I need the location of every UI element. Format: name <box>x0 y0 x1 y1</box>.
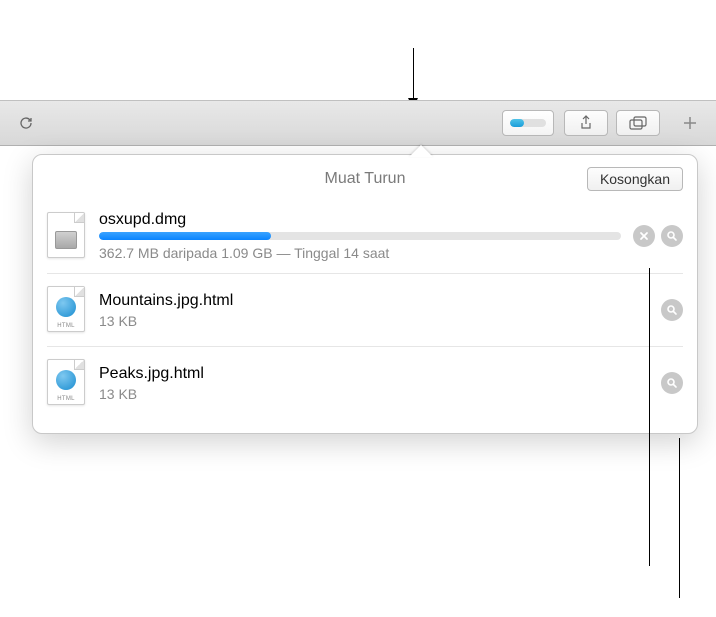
reveal-in-finder-button[interactable] <box>661 225 683 247</box>
reload-button[interactable] <box>11 111 41 135</box>
stop-download-button[interactable] <box>633 225 655 247</box>
reveal-in-finder-button[interactable] <box>661 299 683 321</box>
share-button[interactable] <box>564 110 608 136</box>
file-info: osxupd.dmg 362.7 MB daripada 1.09 GB — T… <box>99 211 621 261</box>
popover-header: Muat Turun Kosongkan <box>33 155 697 199</box>
callout-line <box>679 438 680 598</box>
progress-bar <box>99 232 621 240</box>
share-icon <box>579 115 593 131</box>
reload-icon <box>18 115 34 131</box>
file-info: Mountains.jpg.html 13 KB <box>99 292 649 329</box>
file-status: 362.7 MB daripada 1.09 GB — Tinggal 14 s… <box>99 245 621 261</box>
file-info: Peaks.jpg.html 13 KB <box>99 365 649 402</box>
file-icon-html: HTML <box>47 286 87 334</box>
callout-line <box>413 48 414 104</box>
browser-toolbar <box>0 100 716 146</box>
tabs-icon <box>629 116 647 130</box>
downloads-mini-progress <box>510 119 546 127</box>
magnifier-icon <box>666 377 678 389</box>
callout-line <box>649 268 650 566</box>
magnifier-icon <box>666 230 678 242</box>
new-tab-button[interactable] <box>672 110 708 136</box>
download-item: HTML Peaks.jpg.html 13 KB <box>47 347 683 419</box>
file-icon-dmg <box>47 212 87 260</box>
magnifier-icon <box>666 304 678 316</box>
file-name: Mountains.jpg.html <box>99 292 649 310</box>
reveal-in-finder-button[interactable] <box>661 372 683 394</box>
plus-icon <box>683 116 697 130</box>
download-item: osxupd.dmg 362.7 MB daripada 1.09 GB — T… <box>47 199 683 274</box>
download-item: HTML Mountains.jpg.html 13 KB <box>47 274 683 347</box>
downloads-popover: Muat Turun Kosongkan osxupd.dmg 362.7 MB… <box>32 154 698 434</box>
close-icon <box>638 230 650 242</box>
downloads-button[interactable] <box>502 110 554 136</box>
file-status: 13 KB <box>99 386 649 402</box>
file-icon-html: HTML <box>47 359 87 407</box>
clear-button[interactable]: Kosongkan <box>587 167 683 191</box>
download-list: osxupd.dmg 362.7 MB daripada 1.09 GB — T… <box>33 199 697 433</box>
file-name: Peaks.jpg.html <box>99 365 649 383</box>
progress-fill <box>99 232 271 240</box>
clear-button-label: Kosongkan <box>600 171 670 187</box>
tabs-button[interactable] <box>616 110 660 136</box>
file-name: osxupd.dmg <box>99 211 621 229</box>
file-status: 13 KB <box>99 313 649 329</box>
